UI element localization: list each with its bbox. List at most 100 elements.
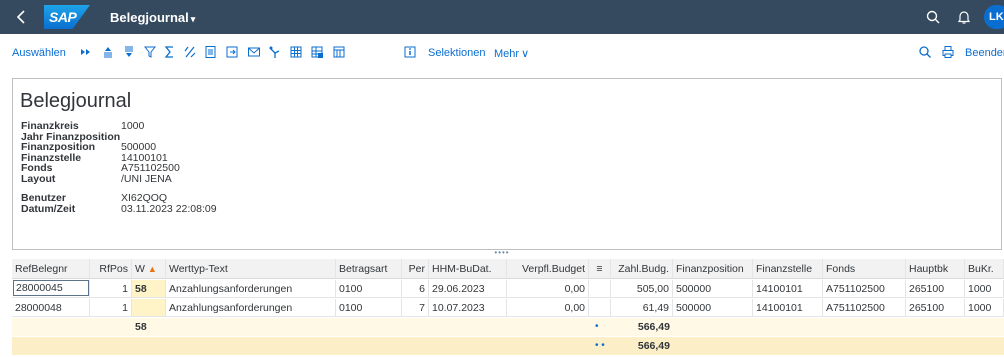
application-toolbar: Auswählen Selektionen Mehr ∨ Beender xyxy=(0,34,1004,70)
auswaehlen-button[interactable]: Auswählen xyxy=(12,47,66,59)
total-row[interactable]: • • 566,49 xyxy=(12,337,1004,355)
info-label: Datum/Zeit xyxy=(21,202,76,215)
shell-bar: SAP Belegjournal ▾ LK xyxy=(0,0,1004,34)
col-header-finanzstelle[interactable]: Finanzstelle xyxy=(753,259,823,278)
total-amount: 566,49 xyxy=(637,340,670,352)
sort-ascending-icon[interactable] xyxy=(101,45,115,59)
cell-hauptbk: 265100 xyxy=(906,299,965,316)
info-label: Finanzkreis xyxy=(21,120,79,132)
export-icon[interactable] xyxy=(225,45,239,59)
cell-w: 58 xyxy=(132,280,166,297)
info-value: XI62QOQ xyxy=(121,192,168,204)
cell-finanzstelle: 14100101 xyxy=(753,299,823,316)
cell-finanzposition: 500000 xyxy=(673,280,753,297)
cell-finanzposition: 500000 xyxy=(673,299,753,316)
cell-bukr: 1000 xyxy=(965,280,1004,297)
graphic-icon[interactable] xyxy=(268,45,282,59)
col-header-w[interactable]: W ▲ xyxy=(132,259,166,278)
mehr-label: Mehr xyxy=(494,48,520,60)
chevron-down-icon: ▾ xyxy=(190,14,196,24)
table-row[interactable]: 28000045 1 58 Anzahlungsanforderungen 01… xyxy=(12,280,1004,298)
info-value: /UNI JENA xyxy=(121,172,172,185)
col-header-hhm-budat[interactable]: HHM-BuDat. xyxy=(429,259,507,278)
table-row[interactable]: 28000048 1 Anzahlungsanforderungen 0100 … xyxy=(12,299,1004,317)
cell-werttyp: Anzahlungsanforderungen xyxy=(166,280,336,297)
subtotal-level-marker: • xyxy=(595,321,599,332)
cell-per: 7 xyxy=(402,299,429,316)
cell-zahl-budg: 505,00 xyxy=(611,280,673,297)
info-label: Layout xyxy=(21,172,56,185)
cell-zahl-budg: 61,49 xyxy=(611,299,673,316)
print-preview-icon[interactable] xyxy=(204,45,218,59)
info-value: 1000 xyxy=(121,120,145,132)
info-label: Fonds xyxy=(21,162,53,174)
cell-refbelegnr[interactable]: 28000048 xyxy=(12,299,90,316)
sap-logo[interactable]: SAP xyxy=(44,5,90,29)
cell-verpfl-budget: 0,00 xyxy=(507,299,589,316)
print-icon[interactable] xyxy=(941,45,955,59)
beenden-button[interactable]: Beender xyxy=(965,47,1004,59)
app-title-menu[interactable]: Belegjournal ▾ xyxy=(110,10,195,25)
cell-unit xyxy=(589,299,611,316)
back-button[interactable] xyxy=(12,7,32,27)
info-icon[interactable] xyxy=(403,45,417,59)
col-header-zahl-budg[interactable]: Zahl.Budg. xyxy=(611,259,673,278)
cell-w xyxy=(132,299,166,316)
bell-icon[interactable] xyxy=(956,9,972,25)
find-icon[interactable] xyxy=(918,45,932,59)
refbelegnr-focused-field[interactable]: 28000045 xyxy=(13,280,89,296)
col-header-verpfl-budget[interactable]: Verpfl.Budget xyxy=(507,259,589,278)
info-label: Finanzposition xyxy=(21,141,96,153)
subtotal-icon[interactable] xyxy=(183,45,197,59)
layout-icon[interactable] xyxy=(332,45,346,59)
filter-icon[interactable] xyxy=(143,45,157,59)
info-label: Benutzer xyxy=(21,192,66,204)
col-header-finanzposition[interactable]: Finanzposition xyxy=(673,259,753,278)
abc-analysis-icon[interactable] xyxy=(289,45,303,59)
subtotal-amount: 566,49 xyxy=(637,321,670,333)
selektionen-button[interactable]: Selektionen xyxy=(428,47,486,59)
cell-rfpos: 1 xyxy=(90,280,132,297)
user-avatar[interactable]: LK xyxy=(984,5,1004,29)
back-arrow-icon xyxy=(16,10,25,24)
mail-icon[interactable] xyxy=(247,45,261,59)
chevron-down-icon: ∨ xyxy=(521,48,530,60)
col-header-fonds[interactable]: Fonds xyxy=(823,259,906,278)
cell-betragsart: 0100 xyxy=(336,280,402,297)
info-value: 500000 xyxy=(121,141,157,153)
sap-logo-text: SAP xyxy=(49,9,77,25)
cell-finanzstelle: 14100101 xyxy=(753,280,823,297)
cell-per: 6 xyxy=(402,280,429,297)
search-icon[interactable] xyxy=(925,9,941,25)
col-header-betragsart[interactable]: Betragsart xyxy=(336,259,402,278)
col-header-refbelegnr[interactable]: RefBelegnr xyxy=(12,259,90,278)
sort-descending-icon[interactable] xyxy=(122,45,136,59)
cell-unit xyxy=(589,280,611,297)
table-header-row: RefBelegnr RfPos W ▲ Werttyp-Text Betrags… xyxy=(12,259,1004,279)
splitter-handle[interactable]: •••• xyxy=(490,249,514,257)
cell-hauptbk: 265100 xyxy=(906,280,965,297)
col-header-w-label: W xyxy=(135,263,145,275)
cell-hhm-budat: 10.07.2023 xyxy=(429,299,507,316)
col-header-unit[interactable]: ≡ xyxy=(589,259,611,278)
sum-icon[interactable] xyxy=(163,45,177,59)
col-header-bukr[interactable]: BuKr. xyxy=(965,259,1004,278)
info-value: 03.11.2023 22:08:09 xyxy=(121,202,217,215)
mehr-menu-button[interactable]: Mehr ∨ xyxy=(494,47,529,60)
col-header-hauptbk[interactable]: Hauptbk xyxy=(906,259,965,278)
sort-ascending-icon: ▲ xyxy=(147,264,157,274)
app-title: Belegjournal xyxy=(110,10,189,25)
col-header-rfpos[interactable]: RfPos xyxy=(90,259,132,278)
cell-fonds: A751102500 xyxy=(823,299,906,316)
cell-bukr: 1000 xyxy=(965,299,1004,316)
cell-fonds: A751102500 xyxy=(823,280,906,297)
fast-entry-icon[interactable] xyxy=(79,45,93,59)
cell-werttyp: Anzahlungsanforderungen xyxy=(166,299,336,316)
spreadsheet-icon[interactable] xyxy=(310,45,324,59)
cell-refbelegnr[interactable]: 28000045 xyxy=(12,280,90,297)
col-header-werttyp[interactable]: Werttyp-Text xyxy=(166,259,336,278)
cell-betragsart: 0100 xyxy=(336,299,402,316)
subtotal-row[interactable]: 58 • 566,49 xyxy=(12,318,1004,336)
report-header-panel: Belegjournal Finanzkreis 1000 Jahr Finanz… xyxy=(12,78,1002,250)
col-header-per[interactable]: Per xyxy=(402,259,429,278)
